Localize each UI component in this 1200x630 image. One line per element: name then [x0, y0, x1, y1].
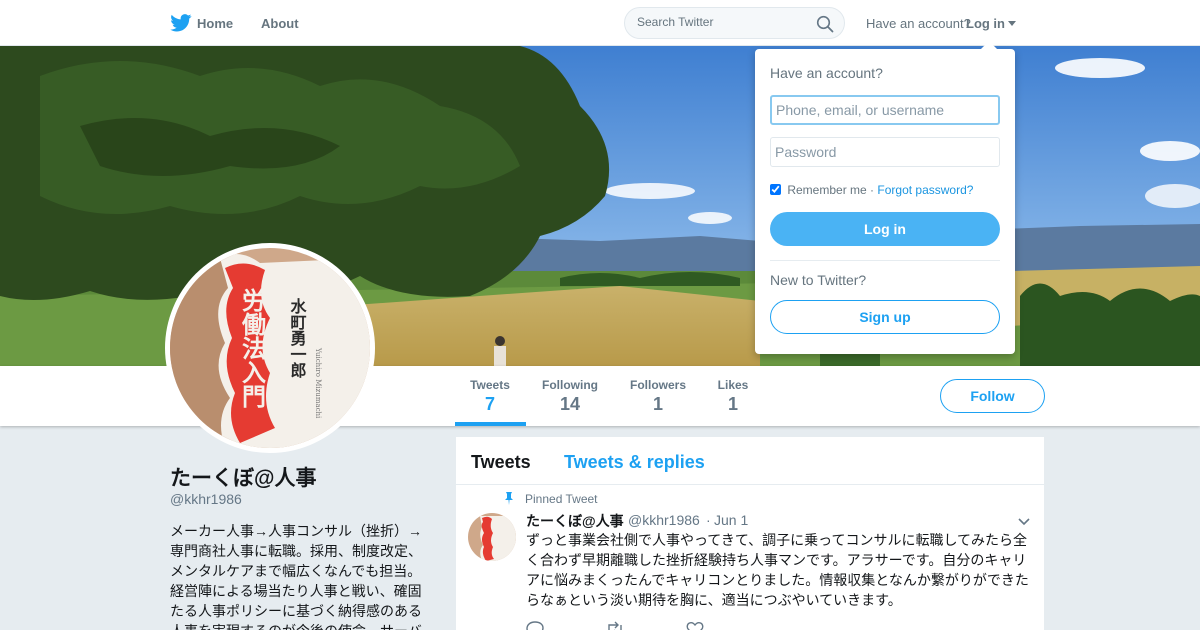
login-dropdown-title: Have an account?	[770, 65, 883, 81]
top-navigation-bar: Home About Have an account? Log in	[0, 0, 1200, 46]
heart-icon[interactable]	[686, 621, 704, 630]
signup-button[interactable]: Sign up	[770, 300, 1000, 334]
tweet-avatar[interactable]	[468, 513, 516, 561]
stat-likes[interactable]: Likes 1	[714, 378, 752, 415]
follow-button[interactable]: Follow	[940, 379, 1045, 413]
tweet-author-handle[interactable]: @kkhr1986	[628, 512, 700, 528]
tweet-actions	[526, 621, 826, 630]
reply-icon[interactable]	[526, 621, 544, 630]
login-menu-link[interactable]: Log in	[966, 16, 1005, 31]
nav-home-link[interactable]: Home	[197, 16, 233, 31]
remember-me-row: Remember me · Forgot password?	[770, 183, 973, 197]
stat-tweets[interactable]: Tweets 7	[469, 378, 511, 415]
new-to-twitter-text: New to Twitter?	[770, 272, 867, 288]
stat-value: 1	[652, 394, 663, 414]
profile-handle[interactable]: @kkhr1986	[170, 491, 242, 507]
active-stat-underline	[455, 422, 526, 426]
stat-followers[interactable]: Followers 1	[628, 378, 688, 415]
timeline-tabs: Tweets Tweets & replies	[456, 437, 1044, 485]
stat-value: 1	[727, 394, 738, 414]
tweet-author-name[interactable]: たーくぼ@人事	[526, 511, 624, 531]
twitter-bird-icon[interactable]	[170, 14, 192, 32]
caret-down-icon[interactable]	[1008, 21, 1016, 26]
profile-display-name[interactable]: たーくぼ@人事	[170, 462, 316, 492]
tweet-timestamp[interactable]: Jun 1	[714, 512, 748, 528]
divider	[770, 260, 1000, 261]
retweet-icon[interactable]	[606, 621, 624, 630]
stat-value: 14	[559, 394, 581, 414]
stat-following[interactable]: Following 14	[540, 378, 600, 415]
search-input[interactable]	[637, 15, 807, 29]
avatar[interactable]: 労働法入門 水町勇一郎 Yuichiro Mizumachi	[165, 243, 375, 453]
password-field[interactable]	[770, 137, 1000, 167]
avatar-romaji-text: Yuichiro Mizumachi	[314, 347, 322, 419]
stat-value: 7	[484, 394, 495, 414]
have-account-text: Have an account?	[866, 16, 971, 31]
timeline: Tweets Tweets & replies Pinned Tweet たーく…	[456, 437, 1044, 630]
forgot-password-link[interactable]: Forgot password?	[877, 183, 973, 197]
separator: ·	[870, 183, 875, 197]
chevron-down-icon[interactable]	[1018, 518, 1030, 526]
avatar-author-text: 水町勇一郎	[288, 297, 307, 378]
search-icon[interactable]	[816, 15, 834, 33]
username-field[interactable]	[770, 95, 1000, 125]
tab-tweets-replies[interactable]: Tweets & replies	[564, 452, 705, 473]
tweet-text: ずっと事業会社側で人事やってきて、調子に乗ってコンサルに転職してみたら全く合わず…	[526, 532, 1029, 608]
tweet-separator: ·	[706, 512, 711, 528]
remember-me-label[interactable]: Remember me	[787, 183, 866, 197]
login-button[interactable]: Log in	[770, 212, 1000, 246]
search-box[interactable]	[624, 7, 845, 39]
stat-label: Followers	[629, 378, 686, 392]
pinned-tweet-label: Pinned Tweet	[525, 492, 598, 506]
stat-label: Tweets	[470, 378, 510, 392]
avatar-title-text: 労働法入門	[238, 288, 267, 409]
dropdown-arrow	[981, 41, 997, 49]
login-dropdown: Have an account? Remember me · Forgot pa…	[755, 41, 1015, 354]
tab-tweets[interactable]: Tweets	[471, 452, 531, 473]
remember-me-checkbox[interactable]	[770, 184, 781, 195]
pin-icon	[505, 492, 513, 505]
profile-bio: メーカー人事→人事コンサル（挫折）→専門商社人事に転職。採用、制度改定、メンタル…	[170, 523, 422, 630]
stat-label: Following	[542, 378, 598, 392]
stat-label: Likes	[717, 378, 749, 392]
nav-about-link[interactable]: About	[261, 16, 299, 31]
